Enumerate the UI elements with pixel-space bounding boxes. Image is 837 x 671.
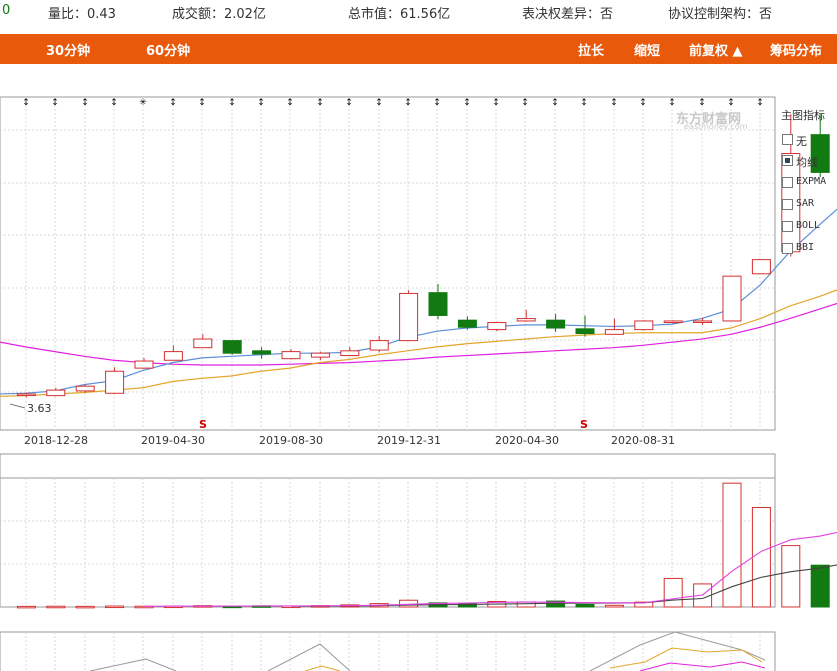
period-marker: ↕ [375,98,383,108]
volume-bar [105,605,125,609]
price-candle [751,259,771,275]
price-candle [722,275,742,322]
period-marker: ↕ [463,98,471,108]
volume-bar [75,605,95,609]
candle-body [252,350,272,355]
period-marker: ↕ [668,98,676,108]
candle-body [369,340,389,351]
watermark-sub: eastmoney.com [684,122,748,131]
indicator-sar-label: SAR [796,198,815,209]
candle-body [105,370,125,394]
volume-panel-frame [0,477,776,608]
period-marker: ↕ [727,98,735,108]
indicator-ma-label: 均线 [796,156,818,169]
x-tick-label: 2020-08-31 [611,434,675,447]
price-candle [105,367,125,395]
indicator-none-checkbox[interactable] [782,134,793,145]
volume-header [0,453,776,479]
x-tick-label: 2018-12-28 [24,434,88,447]
period-marker: ↕ [198,98,206,108]
volume-bar [810,564,830,608]
volume-bar [575,603,595,608]
price-candle [222,340,242,355]
candle-body [457,319,477,328]
indicator-boll-checkbox[interactable] [782,221,793,232]
period-marker: ↕ [492,98,500,108]
price-candle [75,384,95,393]
indicator-bbi-label: BBI [796,242,815,253]
volume-bar [16,605,36,609]
volume-bar [722,482,742,608]
period-marker: ↕ [316,98,324,108]
indicator-panel-title: 主图指标 [781,109,825,122]
indicator-none-label: 无 [796,135,807,148]
period-marker: ↕ [433,98,441,108]
candle-body [546,319,566,329]
candle-body [487,322,507,331]
period-marker: ↕ [22,98,30,108]
period-marker: ↕ [610,98,618,108]
candle-body [575,328,595,335]
period-marker: ↕ [521,98,529,108]
candle-body [193,338,213,349]
period-marker: ↕ [257,98,265,108]
candle-body [516,318,536,322]
candle-body [222,340,242,354]
period-marker: ↕ [81,98,89,108]
volume-bar [604,604,624,608]
eastmoney-watermark: 东方财富网 eastmoney.com [656,108,748,131]
candle-body [693,320,713,323]
volume-bar [46,605,66,609]
candle-body [634,320,654,331]
period-marker: ✳ [139,98,147,108]
indicator-expma-label: EXPMA [796,176,827,187]
x-tick-label: 2020-04-30 [495,434,559,447]
period-marker: ↕ [551,98,559,108]
event-marker: S [199,418,207,431]
price-candle [487,321,507,332]
candle-body [310,352,330,358]
volume-bar [663,577,683,608]
period-marker: ↕ [345,98,353,108]
period-marker: ↕ [639,98,647,108]
volume-bar [781,545,801,608]
candle-body [281,351,301,360]
period-marker: ↕ [51,98,59,108]
x-tick-label: 2019-04-30 [141,434,205,447]
event-marker: S [580,418,588,431]
price-candle [634,320,654,331]
stock-chart[interactable]: ↕ ↕ ↕ ↕ ✳ ↕ ↕ ↕ ↕ ↕ ↕ ↕ ↕ ↕ ↕ ↕ ↕ ↕ ↕ ↕ ↕ ↕ ↕ ↕ ↕ ↕ 3.63 S S 2018-12-… [0,0,837,671]
indicator-bbi-checkbox[interactable] [782,243,793,254]
period-marker: ↕ [286,98,294,108]
candle-body [428,292,448,316]
indicator-boll-label: BOLL [796,220,821,231]
indicator-ma-checkbox[interactable] [782,155,793,166]
min-price-label: 3.63 [27,402,52,415]
indicator-sar-checkbox[interactable] [782,199,793,210]
period-marker: ↕ [169,98,177,108]
candle-body [340,350,360,357]
price-candle [399,290,419,342]
candle-body [163,351,183,361]
x-tick-label: 2019-12-31 [377,434,441,447]
candle-body [722,275,742,322]
period-marker: ↕ [404,98,412,108]
candle-body [399,292,419,342]
period-marker: ↕ [698,98,706,108]
candle-body [663,320,683,324]
candle-body [75,385,95,392]
period-marker: ↕ [580,98,588,108]
candle-body [16,393,36,397]
volume-bar [516,601,536,608]
period-marker: ↕ [110,98,118,108]
candle-body [604,329,624,335]
x-tick-label: 2019-08-30 [259,434,323,447]
candle-body [134,360,154,369]
candle-body [751,259,771,275]
period-marker: ↕ [756,98,764,108]
indicator-expma-checkbox[interactable] [782,177,793,188]
candle-body [46,389,66,397]
volume-bar [751,507,771,608]
period-marker: ↕ [228,98,236,108]
